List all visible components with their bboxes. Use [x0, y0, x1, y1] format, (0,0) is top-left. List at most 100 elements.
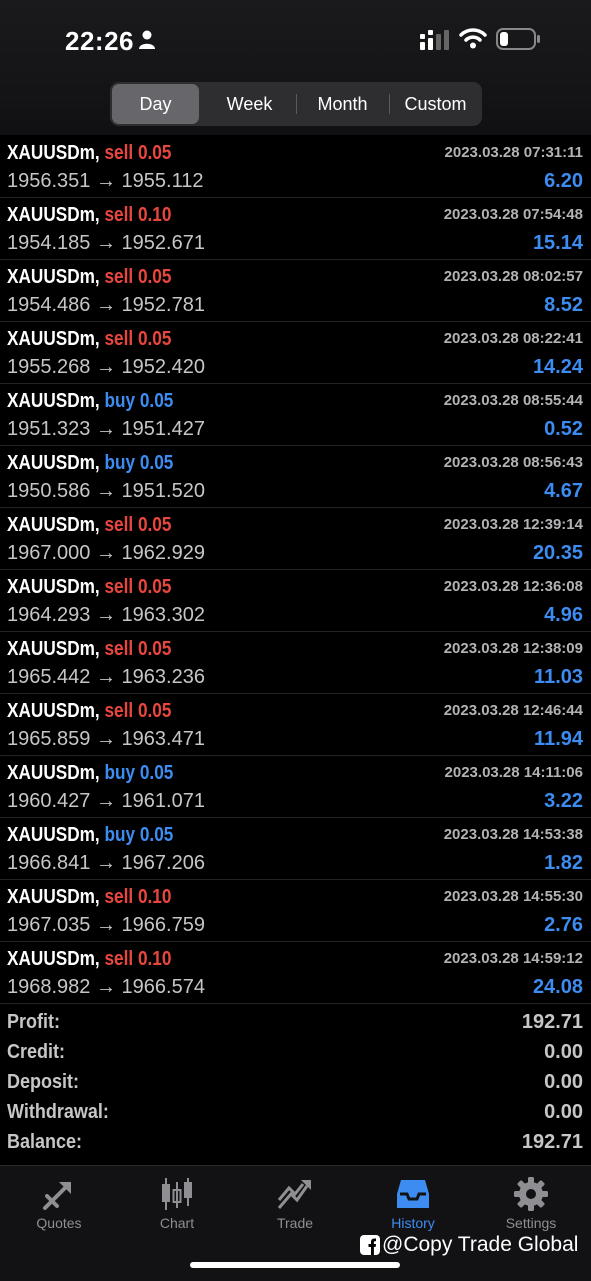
- trade-side: buy 0.05: [104, 452, 173, 474]
- arrow-icon: →: [95, 418, 116, 440]
- trade-row[interactable]: XAUUSDm, sell 0.05 1955.268 → 1952.420 202…: [0, 322, 591, 384]
- arrow-icon: →: [95, 790, 116, 812]
- trade-row[interactable]: XAUUSDm, sell 0.10 1968.982 → 1966.574 202…: [0, 942, 591, 1004]
- symbol-name: XAUUSDm,: [7, 638, 100, 660]
- summary-label: Withdrawal:: [7, 1101, 109, 1123]
- watermark: @Copy Trade Global: [360, 1233, 578, 1257]
- trade-row[interactable]: XAUUSDm, sell 0.05 1967.000 → 1962.929 202…: [0, 508, 591, 570]
- close-price: 1966.574: [121, 976, 205, 998]
- open-price: 1965.442: [7, 666, 91, 688]
- tab-custom[interactable]: Custom: [389, 84, 482, 124]
- arrow-icon: →: [95, 294, 116, 316]
- trade-row[interactable]: XAUUSDm, sell 0.10 1954.185 → 1952.671 202…: [0, 198, 591, 260]
- nav-trade[interactable]: Trade: [236, 1166, 354, 1238]
- tab-month[interactable]: Month: [296, 84, 389, 124]
- trade-time: 2023.03.28 12:39:14: [443, 516, 583, 533]
- open-price: 1965.859: [7, 728, 91, 750]
- symbol-name: XAUUSDm,: [7, 576, 100, 598]
- open-price: 1954.486: [7, 294, 91, 316]
- trade-volume: 0.05: [139, 762, 174, 784]
- trade-side: sell 0.05: [104, 638, 171, 660]
- trade-symbol: XAUUSDm, buy 0.05: [7, 762, 173, 785]
- symbol-name: XAUUSDm,: [7, 762, 100, 784]
- watermark-text: @Copy Trade Global: [382, 1233, 579, 1256]
- trade-row[interactable]: XAUUSDm, sell 0.05 1956.351 → 1955.112 202…: [0, 136, 591, 198]
- symbol-name: XAUUSDm,: [7, 824, 100, 846]
- chart-icon: [162, 1178, 192, 1210]
- close-price: 1962.929: [121, 542, 205, 564]
- trade-symbol: XAUUSDm, sell 0.10: [7, 886, 171, 909]
- trade-prices: 1955.268 → 1952.420: [7, 356, 205, 379]
- trade-side: buy 0.05: [104, 824, 173, 846]
- close-price: 1955.112: [121, 170, 204, 192]
- trade-symbol: XAUUSDm, sell 0.05: [7, 700, 171, 723]
- trade-row[interactable]: XAUUSDm, sell 0.05 1965.859 → 1963.471 202…: [0, 694, 591, 756]
- person-icon: [139, 30, 155, 49]
- close-price: 1963.302: [121, 604, 205, 626]
- trade-symbol: XAUUSDm, sell 0.10: [7, 204, 171, 227]
- trade-time: 2023.03.28 08:02:57: [443, 268, 583, 285]
- trade-side: sell 0.05: [104, 700, 171, 722]
- trade-profit: 3.22: [544, 790, 583, 812]
- arrow-icon: →: [95, 356, 116, 378]
- trade-side: sell 0.10: [104, 948, 171, 970]
- trade-symbol: XAUUSDm, buy 0.05: [7, 824, 173, 847]
- nav-chart[interactable]: Chart: [118, 1166, 236, 1238]
- status-bar: 22:26: [0, 0, 591, 80]
- trade-row[interactable]: XAUUSDm, buy 0.05 1950.586 → 1951.520 2023…: [0, 446, 591, 508]
- trade-prices: 1965.442 → 1963.236: [7, 666, 205, 689]
- close-price: 1952.781: [121, 294, 205, 316]
- tab-week[interactable]: Week: [203, 84, 296, 124]
- nav-history[interactable]: History: [354, 1166, 472, 1238]
- trade-icon: [277, 1180, 311, 1209]
- trade-prices: 1954.486 → 1952.781: [7, 294, 205, 317]
- symbol-name: XAUUSDm,: [7, 700, 100, 722]
- trade-prices: 1968.982 → 1966.574: [7, 976, 205, 999]
- summary-value: 192.71: [521, 1011, 583, 1033]
- trade-time: 2023.03.28 14:55:30: [443, 888, 583, 905]
- open-price: 1968.982: [7, 976, 91, 998]
- nav-trade-label: Trade: [276, 1215, 314, 1231]
- trade-symbol: XAUUSDm, sell 0.10: [7, 948, 171, 971]
- arrow-icon: →: [95, 480, 116, 502]
- period-segmented-control: Day Week Month Custom: [110, 82, 482, 126]
- trade-side: sell 0.05: [104, 328, 171, 350]
- tab-day[interactable]: Day: [112, 84, 199, 124]
- close-price: 1966.759: [121, 914, 205, 936]
- summary-row: Withdrawal: 0.00: [0, 1098, 591, 1128]
- nav-settings-label: Settings: [505, 1215, 557, 1231]
- nav-history-label: History: [391, 1215, 435, 1231]
- arrow-icon: →: [95, 232, 116, 254]
- trade-profit: 20.35: [532, 542, 583, 564]
- trade-prices: 1966.841 → 1967.206: [7, 852, 205, 875]
- trade-direction: sell: [104, 142, 134, 164]
- trade-prices: 1951.323 → 1951.427: [7, 418, 205, 441]
- trade-row[interactable]: XAUUSDm, buy 0.05 1951.323 → 1951.427 2023…: [0, 384, 591, 446]
- open-price: 1955.268: [7, 356, 91, 378]
- nav-quotes[interactable]: Quotes: [0, 1166, 118, 1238]
- trade-side: sell 0.05: [104, 142, 171, 164]
- trade-time: 2023.03.28 08:22:41: [443, 330, 583, 347]
- nav-settings[interactable]: Settings: [472, 1166, 590, 1238]
- trade-profit: 11.03: [534, 666, 583, 688]
- summary-label: Deposit:: [7, 1071, 79, 1093]
- trade-row[interactable]: XAUUSDm, sell 0.05 1964.293 → 1963.302 202…: [0, 570, 591, 632]
- trade-direction: sell: [104, 948, 134, 970]
- open-price: 1966.841: [7, 852, 91, 874]
- trade-history-list: XAUUSDm, sell 0.05 1956.351 → 1955.112 202…: [0, 136, 591, 1004]
- trade-row[interactable]: XAUUSDm, sell 0.05 1965.442 → 1963.236 202…: [0, 632, 591, 694]
- trade-row[interactable]: XAUUSDm, sell 0.05 1954.486 → 1952.781 202…: [0, 260, 591, 322]
- history-icon: [397, 1180, 429, 1208]
- close-price: 1961.071: [121, 790, 205, 812]
- trade-row[interactable]: XAUUSDm, buy 0.05 1960.427 → 1961.071 2023…: [0, 756, 591, 818]
- symbol-name: XAUUSDm,: [7, 390, 100, 412]
- trade-direction: buy: [104, 390, 136, 412]
- trade-time: 2023.03.28 14:53:38: [443, 826, 583, 843]
- symbol-name: XAUUSDm,: [7, 948, 100, 970]
- trade-profit: 4.67: [544, 480, 583, 502]
- arrow-icon: →: [95, 170, 116, 192]
- trade-prices: 1965.859 → 1963.471: [7, 728, 205, 751]
- trade-row[interactable]: XAUUSDm, sell 0.10 1967.035 → 1966.759 202…: [0, 880, 591, 942]
- trade-row[interactable]: XAUUSDm, buy 0.05 1966.841 → 1967.206 2023…: [0, 818, 591, 880]
- close-price: 1963.471: [121, 728, 205, 750]
